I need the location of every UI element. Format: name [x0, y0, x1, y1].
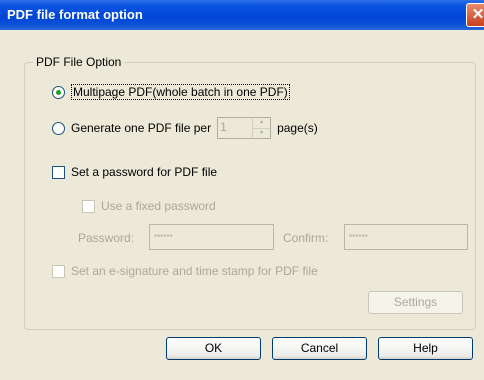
per-file-label: Generate one PDF file per — [71, 121, 212, 135]
password-label: Password: — [78, 231, 135, 245]
multipage-label: Multipage PDF(whole batch in one PDF) — [71, 84, 290, 100]
window-title: PDF file format option — [7, 7, 143, 22]
pdf-file-option-group: PDF File Option — [24, 55, 476, 330]
set-password-option[interactable]: Set a password for PDF file — [52, 165, 217, 179]
close-icon: ✕ — [471, 6, 484, 23]
fixed-password-option[interactable]: Use a fixed password — [82, 199, 216, 213]
set-password-label: Set a password for PDF file — [71, 165, 218, 179]
per-file-radio[interactable] — [52, 121, 65, 135]
help-button[interactable]: Help — [378, 337, 473, 360]
ok-button[interactable]: OK — [166, 337, 261, 360]
multipage-radio[interactable] — [52, 85, 65, 99]
fixed-password-checkbox[interactable] — [82, 199, 95, 213]
close-button[interactable]: ✕ — [466, 3, 484, 27]
confirm-field[interactable] — [344, 224, 468, 250]
cancel-button[interactable]: Cancel — [272, 337, 367, 360]
title-bar: PDF file format option ✕ — [0, 0, 484, 30]
pages-unit-label: page(s) — [277, 121, 318, 135]
pages-spinner[interactable]: ▲ ▼ — [217, 117, 272, 139]
fixed-password-label: Use a fixed password — [101, 199, 216, 213]
set-password-checkbox[interactable] — [52, 165, 65, 179]
password-field[interactable] — [149, 224, 274, 250]
group-legend: PDF File Option — [33, 55, 125, 69]
spin-up-icon[interactable]: ▲ — [253, 118, 271, 129]
spin-down-icon[interactable]: ▼ — [253, 129, 270, 139]
esignature-checkbox[interactable] — [52, 264, 65, 278]
esignature-label: Set an e-signature and time stamp for PD… — [71, 264, 318, 278]
multipage-option[interactable]: Multipage PDF(whole batch in one PDF) — [52, 84, 290, 100]
confirm-label: Confirm: — [283, 231, 329, 245]
pages-input[interactable] — [218, 118, 253, 136]
per-file-option[interactable]: Generate one PDF file per ▲ ▼ page(s) — [52, 117, 318, 139]
esignature-option[interactable]: Set an e-signature and time stamp for PD… — [52, 264, 318, 278]
settings-button[interactable]: Settings — [368, 291, 463, 314]
